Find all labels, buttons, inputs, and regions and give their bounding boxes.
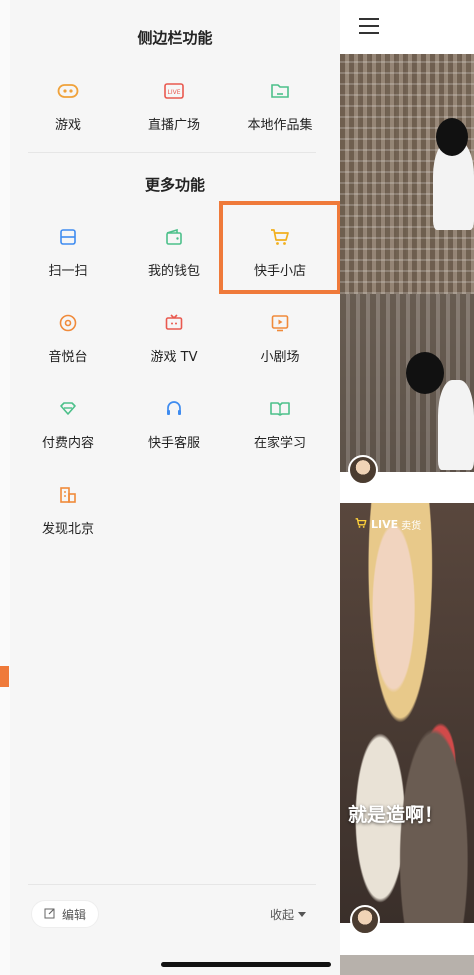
edit-label: 编辑 [61, 907, 86, 922]
more-item-label: 我的钱包 [147, 264, 200, 279]
live-badge: LIVE 卖货 [354, 517, 421, 532]
video-caption: 就是造啊！ [348, 804, 444, 826]
tv-icon [161, 310, 187, 336]
sidebar-section-title: 侧边栏功能 [137, 29, 213, 47]
cart-icon [354, 517, 368, 532]
person-hair [436, 118, 468, 156]
edit-button[interactable]: 编辑 [31, 900, 99, 928]
left-edge-marker [0, 666, 9, 687]
more-item-theater[interactable]: 小剧场 [228, 304, 332, 374]
next-feed-item[interactable] [340, 955, 474, 975]
more-item-label: 小剧场 [260, 350, 300, 365]
live-feed-photo[interactable] [340, 503, 474, 923]
sidebar-item-game[interactable]: 游戏 [16, 72, 120, 142]
more-item-label: 扫一扫 [48, 264, 88, 279]
person-figure [438, 380, 474, 470]
menu-icon[interactable] [359, 18, 379, 34]
more-section-title: 更多功能 [144, 176, 205, 194]
book-icon [267, 396, 293, 422]
collapse-label: 收起 [270, 908, 295, 922]
more-item-label: 发现北京 [41, 522, 94, 537]
more-item-customer-service[interactable]: 快手客服 [122, 390, 226, 460]
more-item-wallet[interactable]: 我的钱包 [122, 218, 226, 288]
more-item-scan[interactable]: 扫一扫 [16, 218, 120, 288]
gamepad-icon [55, 78, 81, 104]
home-indicator[interactable] [161, 962, 331, 967]
video-feed[interactable]: LIVE 卖货 就是造啊！ [340, 0, 474, 975]
folder-icon [267, 78, 293, 104]
side-drawer: 侧边栏功能 游戏 LIVE 直播广场 本地作品集 更多功能 扫一扫 我的钱包 快… [0, 0, 341, 975]
more-item-game-tv[interactable]: 游戏 TV [122, 304, 226, 374]
edit-icon [44, 907, 56, 922]
city-icon [55, 482, 81, 508]
avatar[interactable] [348, 455, 378, 485]
section-divider [28, 152, 316, 153]
more-item-music-stage[interactable]: 音悦台 [16, 304, 120, 374]
more-item-label: 音悦台 [48, 350, 88, 365]
more-item-study-at-home[interactable]: 在家学习 [228, 390, 332, 460]
sidebar-item-live-square[interactable]: LIVE 直播广场 [122, 72, 226, 142]
live-label: LIVE [371, 518, 399, 531]
sidebar-item-local-works[interactable]: 本地作品集 [228, 72, 332, 142]
more-item-label: 游戏 TV [150, 350, 198, 365]
diamond-icon [55, 396, 81, 422]
more-item-label: 快手客服 [147, 436, 200, 451]
sidebar-item-label: 本地作品集 [247, 118, 313, 133]
more-item-label: 在家学习 [253, 436, 306, 451]
more-item-label: 付费内容 [41, 436, 94, 451]
more-item-discover-beijing[interactable]: 发现北京 [16, 476, 120, 546]
play-screen-icon [267, 310, 293, 336]
collapse-button[interactable]: 收起 [270, 906, 307, 923]
highlight-box [219, 201, 341, 294]
sidebar-item-label: 游戏 [54, 118, 81, 133]
sidebar-item-label: 直播广场 [147, 118, 200, 133]
wallet-icon [161, 224, 187, 250]
drawer-edge [0, 0, 10, 975]
bottom-divider [28, 884, 316, 885]
live-icon: LIVE [161, 78, 187, 104]
person-hair [406, 352, 444, 394]
music-disc-icon [55, 310, 81, 336]
avatar[interactable] [350, 905, 380, 935]
svg-text:LIVE: LIVE [167, 89, 180, 96]
sell-label: 卖货 [401, 521, 422, 532]
more-item-paid-content[interactable]: 付费内容 [16, 390, 120, 460]
scan-icon [55, 224, 81, 250]
headset-icon [161, 396, 187, 422]
chevron-down-icon [298, 912, 307, 917]
